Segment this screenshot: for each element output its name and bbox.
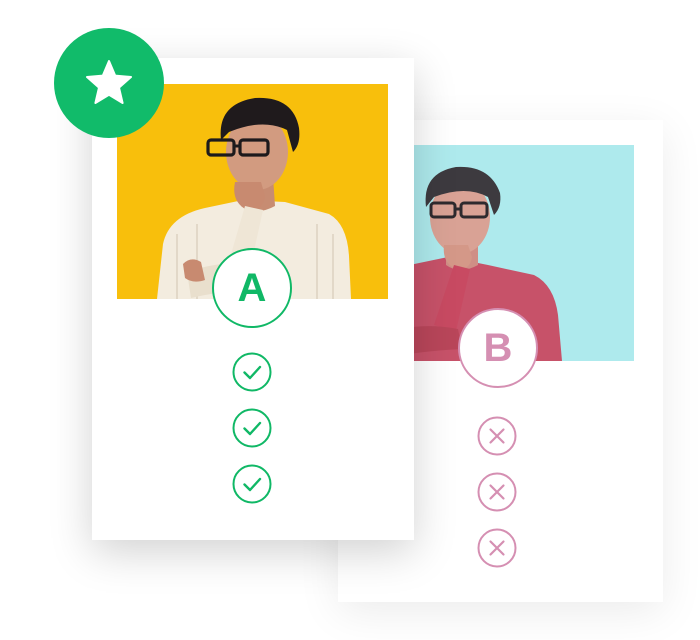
x-icon bbox=[477, 416, 517, 456]
check-icon bbox=[232, 352, 272, 392]
variant-b-badge: B bbox=[458, 308, 538, 388]
star-icon bbox=[86, 60, 132, 104]
variant-a-card: A bbox=[92, 58, 414, 540]
winner-badge bbox=[54, 28, 164, 138]
ab-test-illustration: B A bbox=[0, 0, 700, 640]
x-icon bbox=[477, 528, 517, 568]
variant-a-badge: A bbox=[212, 248, 292, 328]
check-icon bbox=[232, 408, 272, 448]
variant-b-results bbox=[477, 416, 521, 584]
variant-a-results bbox=[232, 352, 276, 520]
check-icon bbox=[232, 464, 272, 504]
x-icon bbox=[477, 472, 517, 512]
